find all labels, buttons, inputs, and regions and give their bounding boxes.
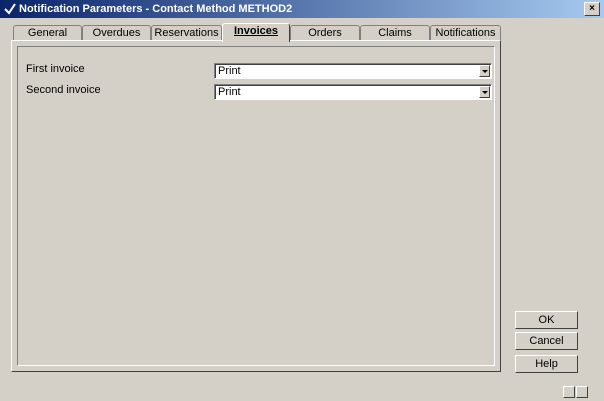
keyboard-icon[interactable]	[563, 386, 575, 398]
second-invoice-value: Print	[218, 86, 241, 98]
first-invoice-label: First invoice	[26, 63, 85, 75]
app-icon	[4, 3, 16, 15]
first-invoice-value: Print	[218, 65, 241, 77]
second-invoice-label: Second invoice	[26, 84, 101, 96]
tab-orders[interactable]: Orders	[290, 25, 360, 41]
resize-icon[interactable]	[576, 386, 588, 398]
window-title: Notification Parameters - Contact Method…	[19, 3, 293, 15]
second-invoice-select[interactable]: Print	[214, 84, 492, 100]
tab-overdues[interactable]: Overdues	[82, 25, 151, 41]
close-button[interactable]: ×	[584, 2, 600, 16]
first-invoice-select[interactable]: Print	[214, 63, 492, 79]
ok-button[interactable]: OK	[515, 311, 578, 329]
tab-claims[interactable]: Claims	[360, 25, 430, 41]
tab-invoices[interactable]: Invoices	[222, 23, 290, 42]
title-bar: Notification Parameters - Contact Method…	[0, 0, 604, 18]
tab-notifications[interactable]: Notifications	[430, 25, 501, 41]
cancel-button[interactable]: Cancel	[515, 332, 578, 350]
help-button-label: Help	[535, 358, 558, 370]
chevron-down-icon[interactable]	[479, 65, 490, 77]
help-button[interactable]: Help	[515, 355, 578, 373]
chevron-down-icon[interactable]	[479, 86, 490, 98]
tab-reservations[interactable]: Reservations	[151, 25, 222, 41]
tab-general[interactable]: General	[13, 25, 82, 41]
